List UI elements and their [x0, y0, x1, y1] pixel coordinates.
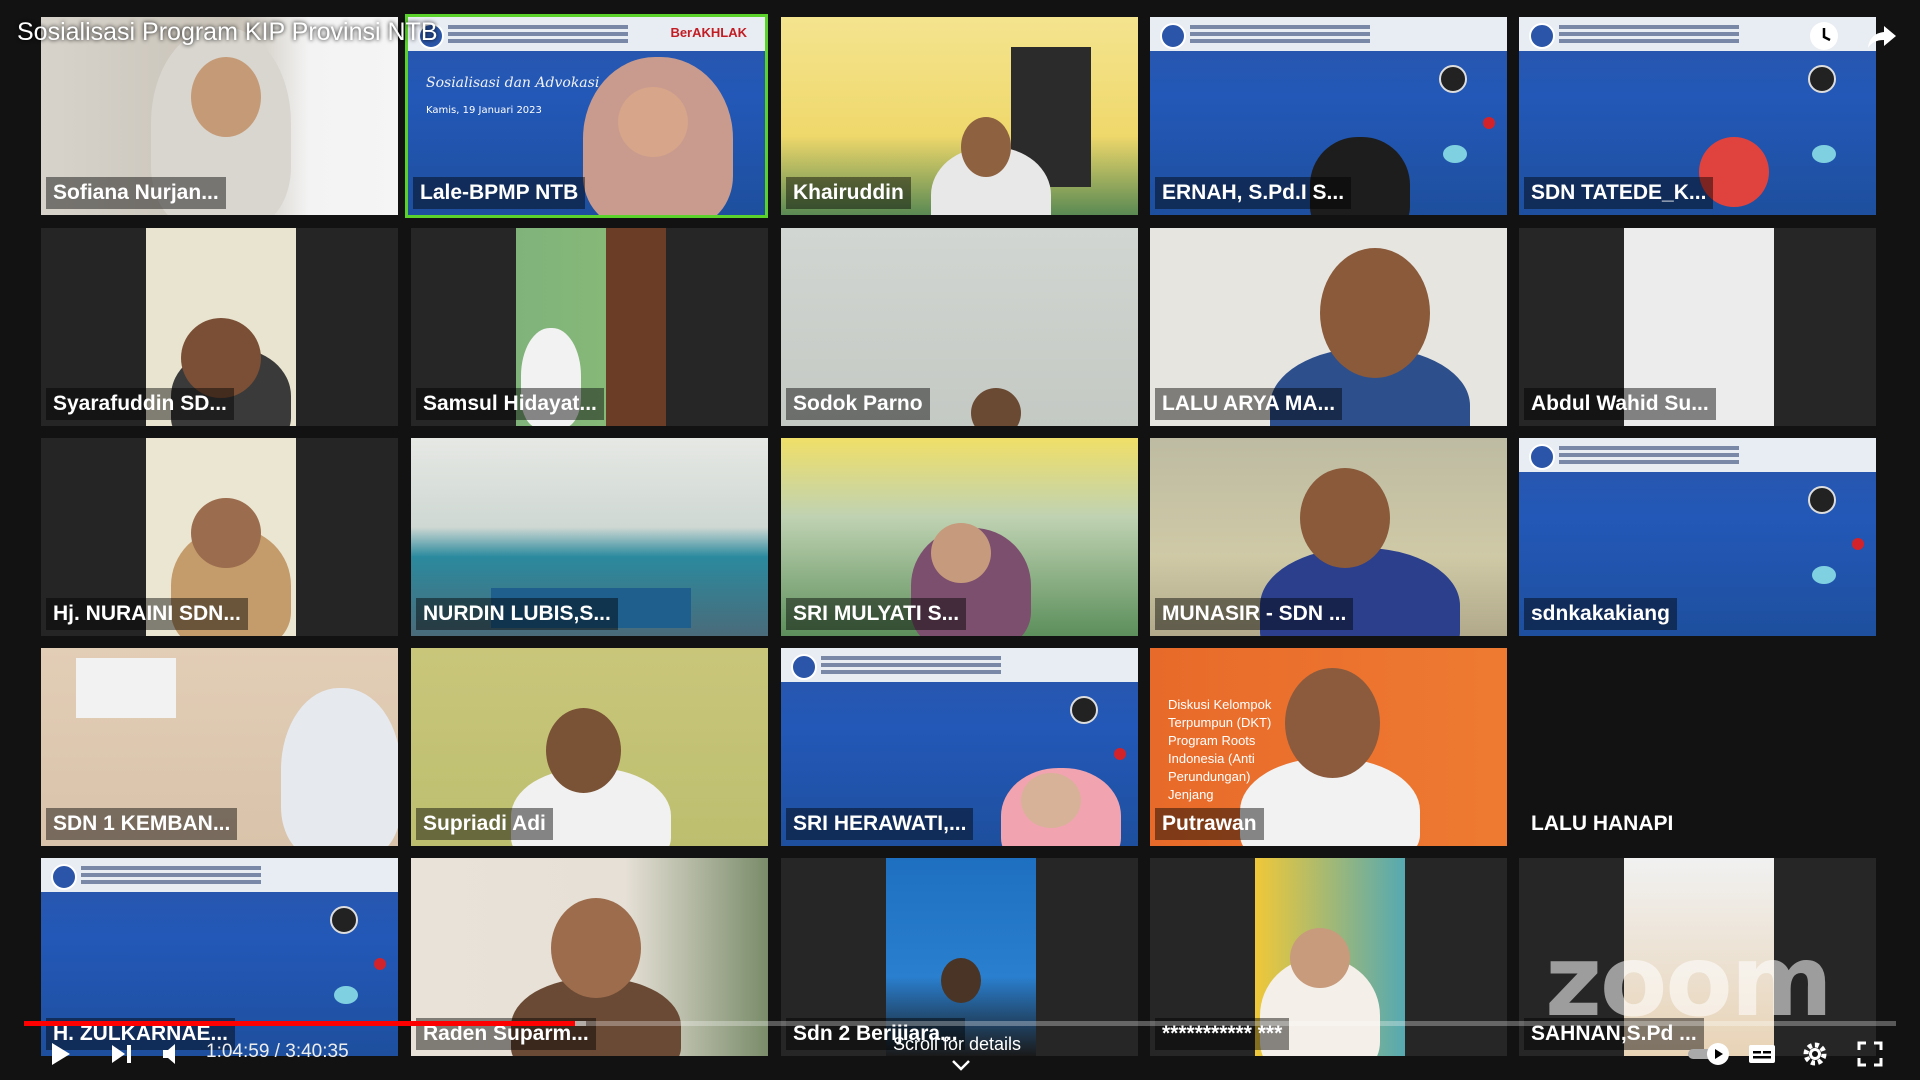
progress-played — [24, 1021, 576, 1026]
participant-tile: ERNAH, S.Pd.I S... — [1150, 17, 1507, 215]
time-display: 1:04:59 / 3:40:35 — [206, 1041, 349, 1063]
autoplay-toggle[interactable] — [1684, 1036, 1738, 1072]
time-total: 3:40:35 — [285, 1041, 349, 1062]
scroll-for-details[interactable]: Scroll for details — [893, 1034, 1021, 1055]
progress-bar[interactable] — [24, 1021, 1896, 1026]
video-title[interactable]: Sosialisasi Program KIP Provinsi NTB — [17, 18, 438, 47]
participant-name: Sodok Parno — [786, 388, 930, 420]
time-current: 1:04:59 — [206, 1041, 270, 1062]
chevron-down-icon[interactable] — [950, 1058, 972, 1072]
participant-name: Khairuddin — [786, 177, 911, 209]
participant-name: NURDIN LUBIS,S... — [416, 598, 618, 630]
participant-tile: NURDIN LUBIS,S... — [411, 438, 768, 636]
participant-tile: SRI HERAWATI,... — [781, 648, 1138, 846]
time-separator: / — [269, 1041, 286, 1062]
participant-name: Syarafuddin SD... — [46, 388, 234, 420]
participant-tile: Samsul Hidayat... — [411, 228, 768, 426]
participant-name: SDN 1 KEMBAN... — [46, 808, 238, 840]
participant-name: Lale-BPMP NTB — [413, 177, 586, 209]
gear-icon[interactable] — [1797, 1036, 1833, 1072]
participant-tile: Sodok Parno — [781, 228, 1138, 426]
participant-name: LALU HANAPI — [1531, 812, 1674, 835]
participant-name: Abdul Wahid Su... — [1524, 388, 1716, 420]
participant-tile: Hj. NURAINI SDN... — [41, 438, 398, 636]
participant-tile: Sdn 2 Berijiara... — [781, 858, 1138, 1056]
participant-tile: sdnkakakiang — [1519, 438, 1876, 636]
participant-tile-no-video: LALU HANAPI — [1519, 648, 1876, 846]
play-icon[interactable] — [42, 1036, 78, 1072]
share-icon[interactable] — [1864, 18, 1900, 54]
participant-tile: SDN 1 KEMBAN... — [41, 648, 398, 846]
participant-name: Sofiana Nurjan... — [46, 177, 226, 209]
participant-name: Hj. NURAINI SDN... — [46, 598, 248, 630]
participant-tile: Syarafuddin SD... — [41, 228, 398, 426]
participant-name: SRI HERAWATI,... — [786, 808, 974, 840]
participant-name: SDN TATEDE_K... — [1524, 177, 1714, 209]
participant-name: Supriadi Adi — [416, 808, 553, 840]
slide-brand: BerAKHLAK — [670, 25, 747, 40]
volume-icon[interactable] — [155, 1036, 191, 1072]
participant-name: Putrawan — [1155, 808, 1264, 840]
slide-date: Kamis, 19 Januari 2023 — [426, 105, 542, 116]
participant-name: sdnkakakiang — [1524, 598, 1677, 630]
slide-title: Sosialisasi dan Advokasi — [426, 75, 600, 91]
clock-icon[interactable] — [1808, 20, 1840, 52]
participant-name: Samsul Hidayat... — [416, 388, 604, 420]
captions-icon[interactable] — [1744, 1036, 1780, 1072]
participant-tile: Raden Suparm... — [411, 858, 768, 1056]
video-player[interactable]: Sofiana Nurjan... BerAKHLAK Sosialisasi d… — [0, 0, 1920, 1080]
participant-tile: Diskusi Kelompok Terpumpun (DKT) Program… — [1150, 648, 1507, 846]
participant-name: SRI MULYATI S... — [786, 598, 967, 630]
participant-tile: LALU ARYA MA... — [1150, 228, 1507, 426]
participant-tile-active-speaker: BerAKHLAK Sosialisasi dan Advokasi Kamis, … — [405, 14, 768, 218]
participant-tile: Khairuddin — [781, 17, 1138, 215]
participant-tile: SRI MULYATI S... — [781, 438, 1138, 636]
participant-tile: H. ZULKARNAE... — [41, 858, 398, 1056]
next-icon[interactable] — [103, 1036, 139, 1072]
fullscreen-icon[interactable] — [1852, 1036, 1888, 1072]
participant-tile: Abdul Wahid Su... — [1519, 228, 1876, 426]
participant-tile: *********** *** — [1150, 858, 1507, 1056]
participant-name: ERNAH, S.Pd.I S... — [1155, 177, 1352, 209]
participant-tile: MUNASIR - SDN ... — [1150, 438, 1507, 636]
participant-name: MUNASIR - SDN ... — [1155, 598, 1354, 630]
participant-tile: Supriadi Adi — [411, 648, 768, 846]
participant-name: LALU ARYA MA... — [1155, 388, 1343, 420]
